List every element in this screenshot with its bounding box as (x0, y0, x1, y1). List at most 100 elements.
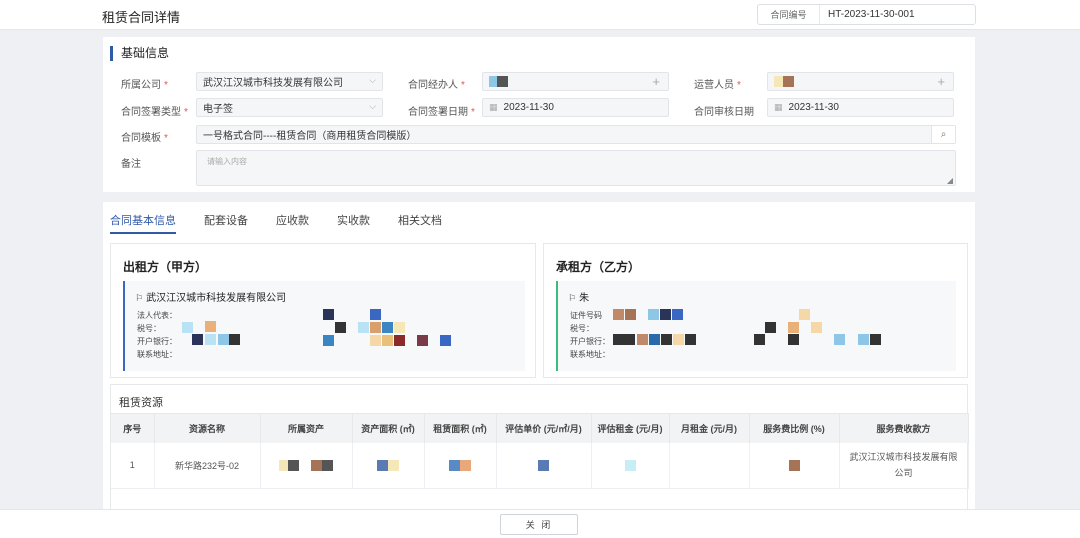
chevron-down-icon: ⌵ (369, 101, 376, 111)
template-field[interactable]: 一号格式合同----租赁合同（商用租赁合同模版） ⌕ (196, 125, 956, 144)
audit-date-label: 合同审核日期 (694, 107, 754, 118)
redacted-block (182, 322, 193, 333)
redacted-block (625, 309, 636, 320)
lessor-info-box: ⚐ 武汉江汉城市科技发展有限公司 法人代表： 税号： 开户银行： 联系地址： (123, 281, 525, 371)
redacted-block (370, 322, 381, 333)
redacted-block (335, 322, 346, 333)
manager-field[interactable]: + (482, 72, 669, 91)
company-value: 武汉江汉城市科技发展有限公司 (203, 78, 343, 89)
redacted-block (394, 322, 405, 333)
redacted-block (358, 322, 369, 333)
company-label: 所属公司 * (121, 80, 168, 91)
lessor-panel: 出租方（甲方） ⚐ 武汉江汉城市科技发展有限公司 法人代表： 税号： 开户银行： … (110, 243, 536, 378)
lease-area-cell (424, 442, 497, 489)
redacted-block (377, 459, 388, 471)
redacted-block (382, 335, 393, 346)
unit-price-cell (496, 442, 592, 489)
redacted-block (685, 334, 696, 345)
tab-basic-info[interactable]: 合同基本信息 (110, 212, 176, 234)
column-header: 资产面积 (㎡) (352, 413, 425, 443)
column-header: 评估租金 (元/月) (591, 413, 670, 443)
redacted-block (538, 459, 549, 471)
contract-number-value: HT-2023-11-30-001 (828, 9, 915, 20)
manager-label: 合同经办人 * (408, 80, 465, 91)
sign-type-select[interactable]: 电子签 ⌵ (196, 98, 383, 117)
redacted-block (394, 335, 405, 346)
audit-date-value: 2023-11-30 (788, 102, 839, 113)
redacted-block (788, 334, 799, 345)
service-fee-ratio-cell (749, 442, 840, 489)
flag-icon: ⚐ (135, 293, 144, 303)
add-icon[interactable]: + (652, 74, 660, 89)
redacted-block (673, 334, 684, 345)
redacted-block (388, 459, 399, 471)
redacted-block (205, 334, 216, 345)
footer-bar: 关 闭 (0, 509, 1080, 538)
lease-resources-title: 租赁资源 (119, 397, 163, 409)
redacted-block (870, 334, 881, 345)
redacted-block (370, 335, 381, 346)
redacted-block (788, 459, 800, 471)
lease-resources-table: 序号 资源名称 所属资产 资产面积 (㎡) 租赁面积 (㎡) 评估单价 (元/㎡… (111, 413, 969, 489)
close-button[interactable]: 关 闭 (500, 514, 578, 535)
redacted-block (783, 76, 794, 87)
tab-receivable[interactable]: 应收款 (276, 212, 309, 234)
monthly-rent-cell (669, 442, 750, 489)
tab-received[interactable]: 实收款 (337, 212, 370, 234)
estimated-rent-cell (591, 442, 670, 489)
redacted-block (811, 322, 822, 333)
redacted-block (649, 334, 660, 345)
redacted-block (460, 459, 471, 471)
lessee-name: ⚐ 朱 (568, 293, 590, 304)
add-icon[interactable]: + (937, 74, 945, 89)
sign-date-picker[interactable]: ▦ 2023-11-30 (482, 98, 669, 117)
redacted-block (323, 335, 334, 346)
redacted-block (788, 322, 799, 333)
basic-info-card: 基础信息 所属公司 * 武汉江汉城市科技发展有限公司 ⌵ 合同经办人 * + 运营人… (103, 37, 975, 192)
column-header: 租赁面积 (㎡) (424, 413, 497, 443)
resource-name: 新华路232号-02 (154, 442, 261, 489)
calendar-icon: ▦ (489, 102, 498, 112)
redacted-block (834, 334, 845, 345)
redacted-block (799, 309, 810, 320)
tab-equipment[interactable]: 配套设备 (204, 212, 248, 234)
operator-field[interactable]: + (767, 72, 954, 91)
service-fee-payee: 武汉江汉城市科技发展有限公司 (839, 442, 969, 489)
redacted-block (218, 334, 229, 345)
row-index: 1 (111, 442, 155, 489)
tab-documents[interactable]: 相关文档 (398, 212, 442, 234)
redacted-block (637, 334, 648, 345)
audit-date-picker[interactable]: ▦ 2023-11-30 (767, 98, 954, 117)
redacted-block (613, 309, 624, 320)
lessor-name: ⚐ 武汉江汉城市科技发展有限公司 (135, 293, 287, 304)
company-select[interactable]: 武汉江汉城市科技发展有限公司 ⌵ (196, 72, 383, 91)
resize-handle-icon[interactable]: ◢ (947, 176, 953, 185)
lessor-address-label: 联系地址： (137, 350, 177, 359)
redacted-block (624, 459, 636, 471)
redacted-block (417, 335, 428, 346)
asset-area-cell (352, 442, 425, 489)
basic-info-title: 基础信息 (110, 46, 169, 61)
sign-date-label: 合同签署日期 * (408, 107, 475, 118)
redacted-block (648, 309, 659, 320)
redacted-block (382, 322, 393, 333)
lessor-tax-label: 税号： (137, 324, 161, 333)
redacted-block (288, 459, 299, 471)
lessee-panel: 承租方（乙方） ⚐ 朱 证件号码 税号： 开户银行： 联系地址： (543, 243, 968, 378)
top-bar: 租赁合同详情 合同编号 HT-2023-11-30-001 (0, 0, 1080, 30)
remark-textarea[interactable]: 请输入内容 ◢ (196, 150, 956, 186)
redacted-block (660, 309, 671, 320)
sign-type-label: 合同签署类型 * (121, 107, 188, 118)
contract-number-field: 合同编号 HT-2023-11-30-001 (757, 4, 976, 25)
redacted-block (858, 334, 869, 345)
column-header: 评估单价 (元/㎡/月) (496, 413, 592, 443)
column-header: 服务费比例 (%) (749, 413, 840, 443)
redacted-block (299, 459, 311, 471)
template-label: 合同模板 * (121, 133, 168, 144)
asset-cell (260, 442, 353, 489)
search-icon[interactable]: ⌕ (931, 126, 955, 143)
page-title: 租赁合同详情 (102, 10, 181, 25)
operator-label: 运营人员 * (694, 80, 741, 91)
template-value: 一号格式合同----租赁合同（商用租赁合同模版） (203, 131, 417, 142)
redacted-block (754, 334, 765, 345)
